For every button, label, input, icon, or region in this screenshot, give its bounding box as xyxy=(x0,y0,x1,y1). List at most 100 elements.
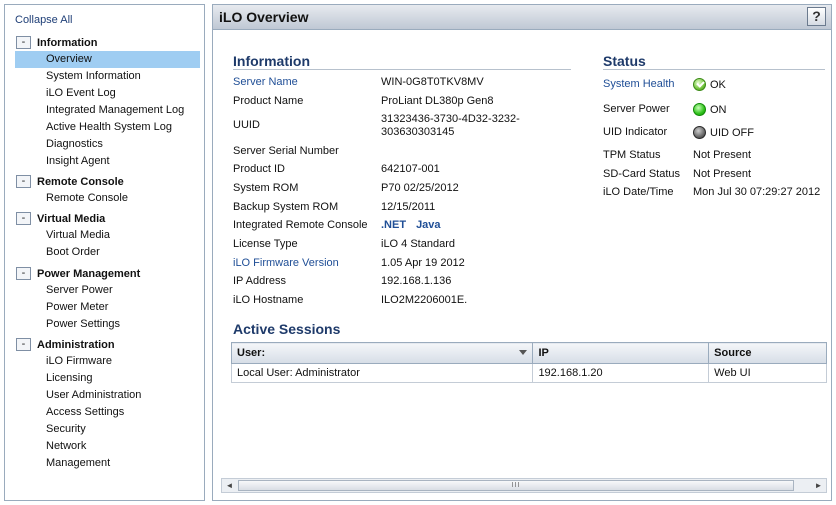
nav-section-title: Information xyxy=(37,36,98,49)
horizontal-scrollbar[interactable]: ◄ III ► xyxy=(221,478,827,493)
collapse-toggle-icon[interactable]: - xyxy=(16,36,31,49)
ilo-firmware-version-value: 1.05 Apr 19 2012 xyxy=(381,257,465,269)
nav-header-virtual-media[interactable]: - Virtual Media xyxy=(15,210,200,227)
nav-section-remote-console: - Remote Console Remote Console xyxy=(15,173,200,207)
sidebar-item-overview[interactable]: Overview xyxy=(15,51,200,68)
uid-indicator-value: UID OFF xyxy=(693,126,754,139)
sidebar-item-power-meter[interactable]: Power Meter xyxy=(15,299,200,316)
scrollbar-grip-icon: III xyxy=(511,482,521,489)
product-id-label: Product ID xyxy=(233,163,285,175)
sd-card-status-value: Not Present xyxy=(693,168,752,180)
collapse-toggle-icon[interactable]: - xyxy=(16,212,31,225)
ilo-date-time-value: Mon Jul 30 07:29:27 2012 xyxy=(693,186,821,198)
sidebar-item-ilo-event-log[interactable]: iLO Event Log xyxy=(15,85,200,102)
backup-system-rom-value: 12/15/2011 xyxy=(381,201,436,213)
collapse-toggle-icon[interactable]: - xyxy=(16,267,31,280)
tpm-status-label: TPM Status xyxy=(603,149,661,161)
scroll-right-arrow-icon[interactable]: ► xyxy=(811,479,826,492)
sidebar-item-boot-order[interactable]: Boot Order xyxy=(15,244,200,261)
sidebar-item-access-settings[interactable]: Access Settings xyxy=(15,404,200,421)
sidebar-item-diagnostics[interactable]: Diagnostics xyxy=(15,136,200,153)
nav-section-title: Power Management xyxy=(37,267,141,280)
main-panel: iLO Overview ? Information Server Name W… xyxy=(212,4,832,501)
scroll-left-arrow-icon[interactable]: ◄ xyxy=(222,479,237,492)
sidebar-item-user-administration[interactable]: User Administration xyxy=(15,387,200,404)
information-divider xyxy=(233,69,571,70)
system-health-link[interactable]: System Health xyxy=(603,78,675,90)
nav-section-information: - Information Overview System Informatio… xyxy=(15,34,200,170)
product-id-value: 642107-001 xyxy=(381,163,440,175)
table-row[interactable]: Local User: Administrator 192.168.1.20 W… xyxy=(230,363,827,383)
active-sessions-table: User: IP Source Local User: Administrato… xyxy=(230,342,827,383)
sidebar-item-server-power[interactable]: Server Power xyxy=(15,282,200,299)
nav-section-title: Administration xyxy=(37,338,115,351)
system-health-text: OK xyxy=(710,78,726,91)
sidebar-item-network[interactable]: Network xyxy=(15,438,200,455)
nav-header-power-management[interactable]: - Power Management xyxy=(15,265,200,282)
collapse-toggle-icon[interactable]: - xyxy=(16,175,31,188)
scrollbar-thumb[interactable]: III xyxy=(238,480,794,491)
help-button[interactable]: ? xyxy=(807,7,826,26)
sidebar-item-virtual-media[interactable]: Virtual Media xyxy=(15,227,200,244)
column-header-source[interactable]: Source xyxy=(708,342,827,364)
column-header-ip[interactable]: IP xyxy=(532,342,710,364)
ilo-date-time-label: iLO Date/Time xyxy=(603,186,674,198)
backup-system-rom-label: Backup System ROM xyxy=(233,201,339,213)
ip-address-label: IP Address xyxy=(233,275,286,287)
nav-section-virtual-media: - Virtual Media Virtual Media Boot Order xyxy=(15,210,200,261)
collapse-all-link[interactable]: Collapse All xyxy=(15,14,72,26)
sidebar-item-active-health-system-log[interactable]: Active Health System Log xyxy=(15,119,200,136)
dotnet-console-link[interactable]: .NET xyxy=(381,219,406,231)
sidebar-item-management[interactable]: Management xyxy=(15,455,200,472)
sidebar-item-system-information[interactable]: System Information xyxy=(15,68,200,85)
uuid-label: UUID xyxy=(233,119,260,131)
active-sessions-title: Active Sessions xyxy=(233,321,341,337)
column-header-user[interactable]: User: xyxy=(230,342,534,364)
sidebar-item-remote-console[interactable]: Remote Console xyxy=(15,190,200,207)
status-section-title: Status xyxy=(603,53,646,69)
sd-card-status-label: SD-Card Status xyxy=(603,168,681,180)
nav-header-administration[interactable]: - Administration xyxy=(15,336,200,353)
nav-section-administration: - Administration iLO Firmware Licensing … xyxy=(15,336,200,472)
java-console-link[interactable]: Java xyxy=(416,219,440,231)
license-type-value: iLO 4 Standard xyxy=(381,238,455,250)
server-name-link[interactable]: Server Name xyxy=(233,76,298,88)
tpm-status-value: Not Present xyxy=(693,149,752,161)
ok-check-icon xyxy=(693,78,706,91)
sidebar-item-insight-agent[interactable]: Insight Agent xyxy=(15,153,200,170)
status-divider xyxy=(603,69,825,70)
license-type-label: License Type xyxy=(233,238,298,250)
uuid-value: 31323436-3730-4D32-3232-303630303145 xyxy=(381,113,520,138)
ilo-hostname-value: ILO2M2206001E. xyxy=(381,294,468,306)
nav-section-power-management: - Power Management Server Power Power Me… xyxy=(15,265,200,333)
ilo-firmware-version-link[interactable]: iLO Firmware Version xyxy=(233,257,339,269)
nav-header-information[interactable]: - Information xyxy=(15,34,200,51)
integrated-remote-console-links: .NET Java xyxy=(381,219,571,232)
session-user-cell: Local User: Administrator xyxy=(230,363,534,383)
session-ip-cell: 192.168.1.20 xyxy=(532,363,710,383)
uid-indicator-text: UID OFF xyxy=(710,126,754,139)
collapse-toggle-icon[interactable]: - xyxy=(16,338,31,351)
sort-filter-icon[interactable] xyxy=(519,350,528,355)
server-serial-number-label: Server Serial Number xyxy=(233,145,339,157)
sidebar-item-power-settings[interactable]: Power Settings xyxy=(15,316,200,333)
column-header-user-label: User: xyxy=(237,347,266,359)
sidebar-item-integrated-management-log[interactable]: Integrated Management Log xyxy=(15,102,200,119)
sidebar-item-security[interactable]: Security xyxy=(15,421,200,438)
product-name-value: ProLiant DL380p Gen8 xyxy=(381,95,494,107)
nav-header-remote-console[interactable]: - Remote Console xyxy=(15,173,200,190)
sidebar-item-ilo-firmware[interactable]: iLO Firmware xyxy=(15,353,200,370)
green-led-icon xyxy=(693,103,706,116)
table-header-row: User: IP Source xyxy=(230,342,827,364)
server-power-label: Server Power xyxy=(603,103,670,115)
sidebar-item-licensing[interactable]: Licensing xyxy=(15,370,200,387)
uid-indicator-label: UID Indicator xyxy=(603,126,668,138)
nav-section-title: Virtual Media xyxy=(37,212,106,225)
session-source-cell: Web UI xyxy=(708,363,827,383)
server-name-value: WIN-0G8T0TKV8MV xyxy=(381,76,484,88)
server-power-value: ON xyxy=(693,103,727,116)
ilo-hostname-label: iLO Hostname xyxy=(233,294,304,306)
nav-section-title: Remote Console xyxy=(37,175,124,188)
title-bar: iLO Overview ? xyxy=(213,5,831,30)
system-rom-label: System ROM xyxy=(233,182,299,194)
